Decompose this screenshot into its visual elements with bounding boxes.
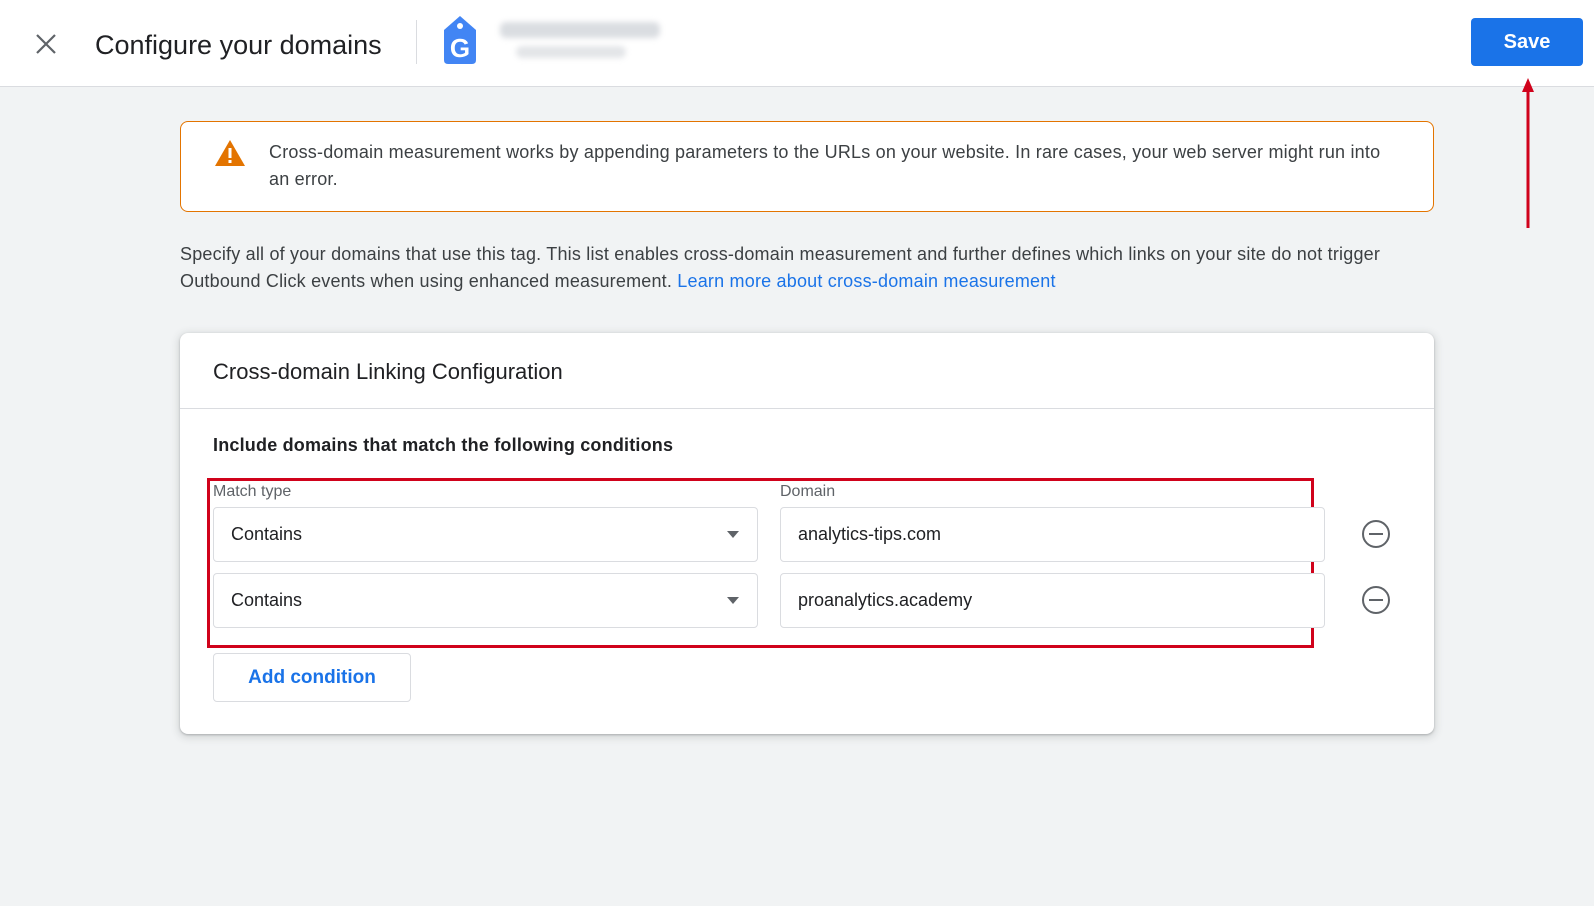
save-button[interactable]: Save bbox=[1471, 18, 1583, 66]
match-type-select-2[interactable]: Contains bbox=[213, 573, 758, 628]
match-type-label: Match type bbox=[213, 483, 292, 500]
warning-text: Cross-domain measurement works by append… bbox=[269, 142, 1381, 189]
warning-triangle-icon bbox=[215, 140, 245, 166]
domain-input-1[interactable] bbox=[780, 507, 1325, 562]
page-title: Configure your domains bbox=[95, 30, 382, 60]
match-type-select-1[interactable]: Contains bbox=[213, 507, 758, 562]
remove-circle-icon[interactable] bbox=[1361, 585, 1391, 615]
header-divider bbox=[416, 20, 417, 64]
remove-circle-icon[interactable] bbox=[1361, 519, 1391, 549]
card-divider bbox=[180, 408, 1434, 409]
description-text: Specify all of your domains that use thi… bbox=[180, 241, 1440, 295]
chevron-down-icon bbox=[727, 531, 739, 538]
match-type-value: Contains bbox=[231, 524, 303, 544]
close-icon bbox=[36, 34, 56, 54]
blurred-account-name bbox=[496, 16, 666, 66]
chevron-down-icon bbox=[727, 597, 739, 604]
tag-icon-letter: G bbox=[450, 33, 470, 63]
learn-more-link[interactable]: Learn more about cross-domain measuremen… bbox=[677, 271, 1055, 291]
header-bar: Configure your domains G Save bbox=[0, 0, 1594, 87]
google-tag-icon: G bbox=[444, 16, 476, 64]
add-condition-button[interactable]: Add condition bbox=[213, 653, 411, 702]
warning-banner: Cross-domain measurement works by append… bbox=[180, 121, 1434, 212]
match-type-value: Contains bbox=[231, 590, 303, 610]
domain-input-2[interactable] bbox=[780, 573, 1325, 628]
card-title: Cross-domain Linking Configuration bbox=[213, 359, 563, 384]
domain-label: Domain bbox=[780, 483, 836, 500]
cross-domain-config-card: Cross-domain Linking Configuration Inclu… bbox=[180, 333, 1434, 734]
annotation-arrow bbox=[1522, 78, 1534, 228]
close-button[interactable] bbox=[30, 28, 62, 60]
conditions-heading: Include domains that match the following… bbox=[213, 435, 674, 455]
